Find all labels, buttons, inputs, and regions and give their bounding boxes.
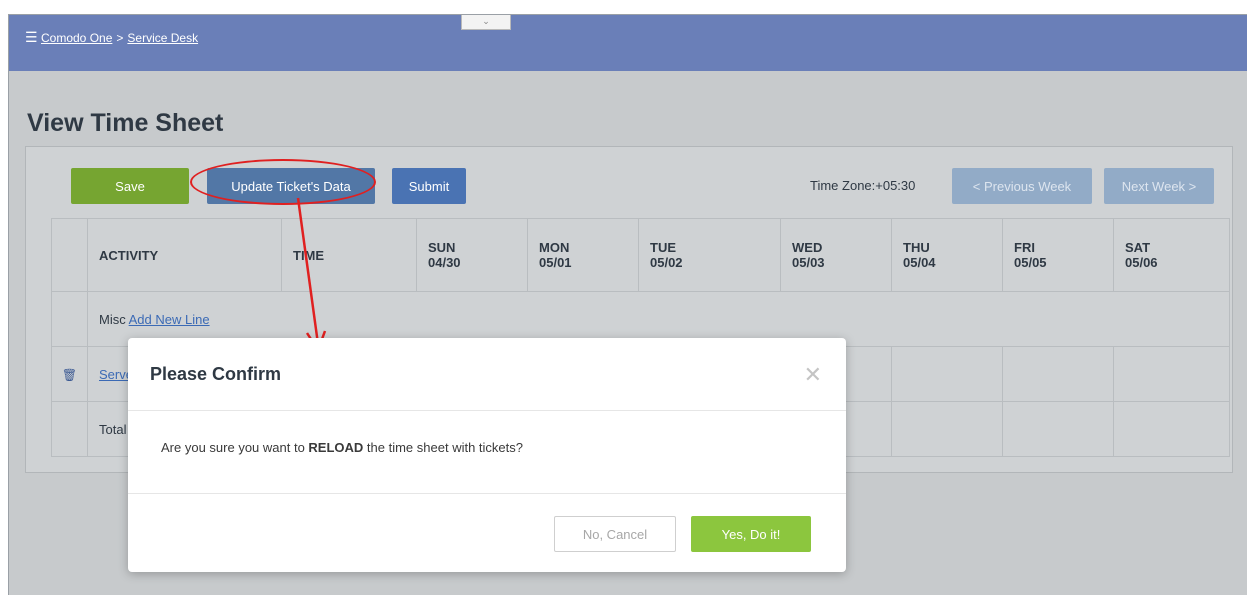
breadcrumb-separator: >	[116, 31, 124, 45]
header-mon: MON 05/01	[527, 218, 639, 292]
hamburger-icon[interactable]: ☰	[25, 29, 38, 46]
cell-blank	[51, 291, 88, 347]
header-day: MON	[539, 240, 570, 255]
header-day: TUE	[650, 240, 676, 255]
dialog-message: Are you sure you want to RELOAD the time…	[161, 440, 523, 455]
total-cell	[1113, 401, 1230, 457]
header-tue: TUE 05/02	[638, 218, 781, 292]
header-label: ACTIVITY	[99, 247, 159, 263]
trash-icon[interactable]: 🗑	[62, 368, 77, 382]
day-cell[interactable]	[1002, 346, 1114, 402]
dialog-title: Please Confirm	[150, 364, 282, 384]
cancel-button[interactable]: No, Cancel	[554, 516, 676, 552]
breadcrumb: Comodo One > Service Desk	[41, 31, 198, 45]
header-date: 05/01	[539, 255, 572, 270]
header-date: 05/06	[1125, 255, 1158, 270]
header-day: THU	[903, 240, 930, 255]
header-date: 05/02	[650, 255, 683, 270]
message-emphasis: RELOAD	[308, 440, 364, 455]
day-cell[interactable]	[891, 346, 1003, 402]
header-date: 05/04	[903, 255, 936, 270]
delete-cell: 🗑	[51, 346, 88, 402]
breadcrumb-comodo-one[interactable]: Comodo One	[41, 31, 112, 45]
save-button[interactable]: Save	[71, 168, 189, 204]
dialog-footer: No, Cancel Yes, Do it!	[128, 494, 846, 572]
header-day: FRI	[1014, 240, 1035, 255]
chevron-down-icon[interactable]: ⌄	[461, 15, 511, 30]
header-thu: THU 05/04	[891, 218, 1003, 292]
total-cell	[1002, 401, 1114, 457]
message-text: Are you sure you want to	[161, 440, 309, 455]
breadcrumb-service-desk[interactable]: Service Desk	[127, 31, 198, 45]
dialog-body: Are you sure you want to RELOAD the time…	[128, 411, 846, 494]
header-sun: SUN 04/30	[416, 218, 528, 292]
previous-week-button[interactable]: < Previous Week	[952, 168, 1092, 204]
header-fri: FRI 05/05	[1002, 218, 1114, 292]
next-week-button[interactable]: Next Week >	[1104, 168, 1214, 204]
total-cell	[891, 401, 1003, 457]
day-cell[interactable]	[1113, 346, 1230, 402]
header-date: 05/03	[792, 255, 825, 270]
confirm-dialog: Please Confirm ✕ Are you sure you want t…	[128, 338, 846, 572]
header-sat: SAT 05/06	[1113, 218, 1230, 292]
dialog-header: Please Confirm ✕	[128, 338, 846, 411]
header-time: TIME	[281, 218, 417, 292]
message-text: the time sheet with tickets?	[363, 440, 523, 455]
header-date: 04/30	[428, 255, 461, 270]
annotation-highlight-ellipse	[190, 159, 376, 205]
submit-button[interactable]: Submit	[392, 168, 466, 204]
header-wed: WED 05/03	[780, 218, 892, 292]
page-title: View Time Sheet	[27, 109, 224, 137]
misc-label: Misc	[99, 311, 126, 327]
close-icon[interactable]: ✕	[804, 362, 822, 388]
header-day: SAT	[1125, 240, 1151, 255]
cell-blank	[51, 401, 88, 457]
table-header-row: ACTIVITY TIME SUN 04/30 MON 05/01 TUE 05/02…	[51, 218, 1230, 292]
timezone-label: Time Zone:+05:30	[810, 178, 916, 193]
add-new-line-link[interactable]: Add New Line	[129, 312, 210, 327]
top-bar: ☰ Comodo One > Service Desk	[9, 15, 1247, 71]
header-blank	[51, 218, 88, 292]
header-label: TIME	[293, 247, 325, 263]
confirm-button[interactable]: Yes, Do it!	[691, 516, 811, 552]
header-day: WED	[792, 240, 823, 255]
header-date: 05/05	[1014, 255, 1047, 270]
header-activity: ACTIVITY	[87, 218, 282, 292]
header-day: SUN	[428, 240, 456, 255]
